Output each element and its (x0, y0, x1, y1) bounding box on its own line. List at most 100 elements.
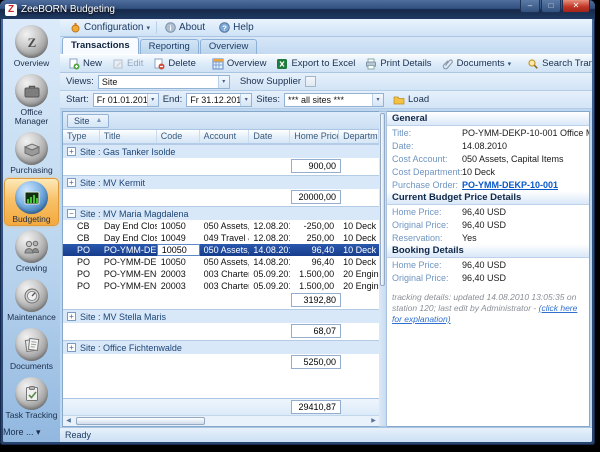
detail-value: 96,40 USD (462, 273, 506, 283)
documents-button[interactable]: Documents▾ (438, 57, 516, 71)
detail-label: Original Price: (392, 220, 462, 230)
group-row-site-mv-stella-maris[interactable]: +Site : MV Stella Maris (63, 309, 379, 323)
crewing-icon (15, 230, 48, 263)
detail-label: Purchase Order: (392, 180, 462, 190)
cell-code: 10050 (157, 220, 200, 232)
group-row-site-office-fichtenwalde[interactable]: + Site : Office Fichtenwalde (63, 340, 379, 354)
menu-help[interactable]: ?Help (213, 21, 260, 34)
column-header-account[interactable]: Account (200, 130, 250, 143)
purchase-order-link[interactable]: PO-YMM-DEKP-10-001 (462, 180, 558, 190)
group-row-site-mv-kermit[interactable]: +Site : MV Kermit (63, 175, 379, 189)
horizontal-scroll-thumb[interactable] (76, 417, 205, 425)
group-row-site-gas-tanker-isolde[interactable]: + Site : Gas Tanker Isolde (63, 144, 379, 158)
transaction-row[interactable]: POPO-YMM-DEKP-...10050050 Assets, C...14… (63, 244, 379, 256)
column-header-department[interactable]: Department (339, 130, 379, 143)
cell-home-price: 96,40 (290, 244, 339, 256)
edit-button[interactable]: Edit (108, 57, 147, 71)
grand-total-row: 29410,87 (63, 398, 379, 415)
sidebar-item-office-manager[interactable]: Office Manager (5, 72, 58, 127)
views-select[interactable]: Site ▾ (98, 75, 230, 89)
sidebar-item-crewing[interactable]: Crewing (5, 228, 58, 274)
transaction-row[interactable]: POPO-YMM-ENGP-...20003003 Charter S...05… (63, 268, 379, 280)
scroll-left-icon[interactable]: ◀ (63, 416, 74, 426)
horizontal-scrollbar[interactable]: ◀ ▶ (63, 415, 379, 426)
group-summary-row: 68,07 (63, 323, 379, 340)
cell-account: 003 Charter S... (200, 280, 250, 292)
cell-type: PO (63, 280, 100, 292)
toolbar-button-label: Export to Excel (291, 58, 355, 69)
sidebar: ZOverviewOffice ManagerPurchasingBudgeti… (3, 19, 60, 442)
detail-label: Cost Department: (392, 167, 462, 177)
column-header-title[interactable]: Title (100, 130, 157, 143)
maximize-button[interactable]: □ (541, 0, 561, 13)
new-button[interactable]: New (64, 57, 106, 71)
chevron-down-icon[interactable]: ▾ (372, 94, 383, 106)
tab-overview[interactable]: Overview (200, 39, 258, 54)
menu-about[interactable]: iAbout (159, 21, 211, 34)
delete-button[interactable]: Delete (149, 57, 199, 71)
cell-department: 10 Deck (339, 244, 379, 256)
sidebar-item-documents[interactable]: Documents (5, 326, 58, 372)
expand-icon[interactable]: + (67, 312, 76, 321)
group-name: Site : Office Fichtenwalde (80, 343, 182, 353)
svg-text:Z: Z (27, 35, 36, 50)
sidebar-item-task-tracking[interactable]: Task Tracking (5, 375, 58, 421)
transaction-row[interactable]: POPO-YMM-DEKP-...10050050 Assets, C...14… (63, 256, 379, 268)
transaction-row[interactable]: CBDay End Closing ...10050050 Assets, C.… (63, 220, 379, 232)
chevron-down-icon[interactable]: ▾ (147, 94, 158, 106)
column-header-type[interactable]: Type (63, 130, 100, 143)
load-button[interactable]: Load (388, 92, 434, 107)
cell-type: PO (63, 256, 100, 268)
expand-icon[interactable]: + (67, 343, 76, 352)
new-icon (68, 58, 80, 70)
column-header-code[interactable]: Code (157, 130, 200, 143)
cell-code: 10049 (157, 232, 200, 244)
window-title: ZeeBORN Budgeting (21, 4, 516, 15)
tab-transactions[interactable]: Transactions (62, 37, 139, 54)
vertical-scroll-thumb[interactable] (380, 113, 385, 286)
collapse-icon[interactable]: − (67, 209, 76, 218)
group-row-site-mv-maria-magdalena[interactable]: −Site : MV Maria Magdalena (63, 206, 379, 220)
detail-value: 96,40 USD (462, 207, 506, 217)
sidebar-item-maintenance[interactable]: Maintenance (5, 277, 58, 323)
column-header-home-price[interactable]: Home Price (290, 130, 339, 143)
show-supplier-checkbox[interactable] (305, 76, 316, 87)
transaction-row[interactable]: CBDay End Closing ...10049049 Travel & .… (63, 232, 379, 244)
menu-configuration[interactable]: Configuration▾ (64, 21, 157, 34)
chevron-down-icon[interactable]: ▾ (218, 76, 229, 88)
end-date-select[interactable]: Fr 31.12.2010 ▾ (186, 93, 252, 107)
views-label: Views: (66, 76, 94, 87)
end-label: End: (163, 94, 183, 105)
export-to-excel-button[interactable]: Export to Excel (272, 57, 359, 71)
sidebar-item-budgeting[interactable]: Budgeting (5, 179, 58, 225)
cell-title: PO-YMM-ENGP-... (100, 268, 157, 280)
sidebar-item-overview[interactable]: ZOverview (5, 23, 58, 69)
sites-select[interactable]: *** all sites *** ▾ (284, 93, 384, 107)
print-details-button[interactable]: Print Details (361, 57, 435, 71)
cell-date: 14.08.2010 (249, 244, 290, 256)
minimize-button[interactable]: – (520, 0, 540, 13)
chevron-down-icon[interactable]: ▾ (240, 94, 251, 106)
transaction-row[interactable]: POPO-YMM-ENGP-...20003003 Charter S...05… (63, 280, 379, 292)
group-name: Site : Gas Tanker Isolde (80, 147, 175, 157)
search-transaction-button[interactable]: Search Transaction (523, 57, 592, 71)
vertical-scrollbar[interactable] (379, 111, 387, 427)
sidebar-item-purchasing[interactable]: Purchasing (5, 130, 58, 176)
expand-icon[interactable]: + (67, 178, 76, 187)
cell-title: Day End Closing ... (100, 232, 157, 244)
window-frame: ZOverviewOffice ManagerPurchasingBudgeti… (3, 19, 592, 442)
overview-button[interactable]: Overview (208, 57, 271, 71)
group-by-panel: Site ▲ (63, 112, 379, 130)
close-button[interactable]: ✕ (562, 0, 590, 13)
scroll-right-icon[interactable]: ▶ (368, 416, 379, 426)
show-supplier-label: Show Supplier (240, 76, 301, 87)
group-by-site[interactable]: Site ▲ (67, 114, 109, 128)
detail-value: 96,40 USD (462, 220, 506, 230)
group-summary-row: 5250,00 (63, 354, 379, 371)
start-date-select[interactable]: Fr 01.01.2010 ▾ (93, 93, 159, 107)
app-window: Z ZeeBORN Budgeting – □ ✕ ZOverviewOffic… (0, 0, 595, 445)
sidebar-more-button[interactable]: More ... ▾ (3, 424, 60, 441)
column-header-date[interactable]: Date (249, 130, 290, 143)
expand-icon[interactable]: + (67, 147, 76, 156)
tab-reporting[interactable]: Reporting (140, 39, 199, 54)
